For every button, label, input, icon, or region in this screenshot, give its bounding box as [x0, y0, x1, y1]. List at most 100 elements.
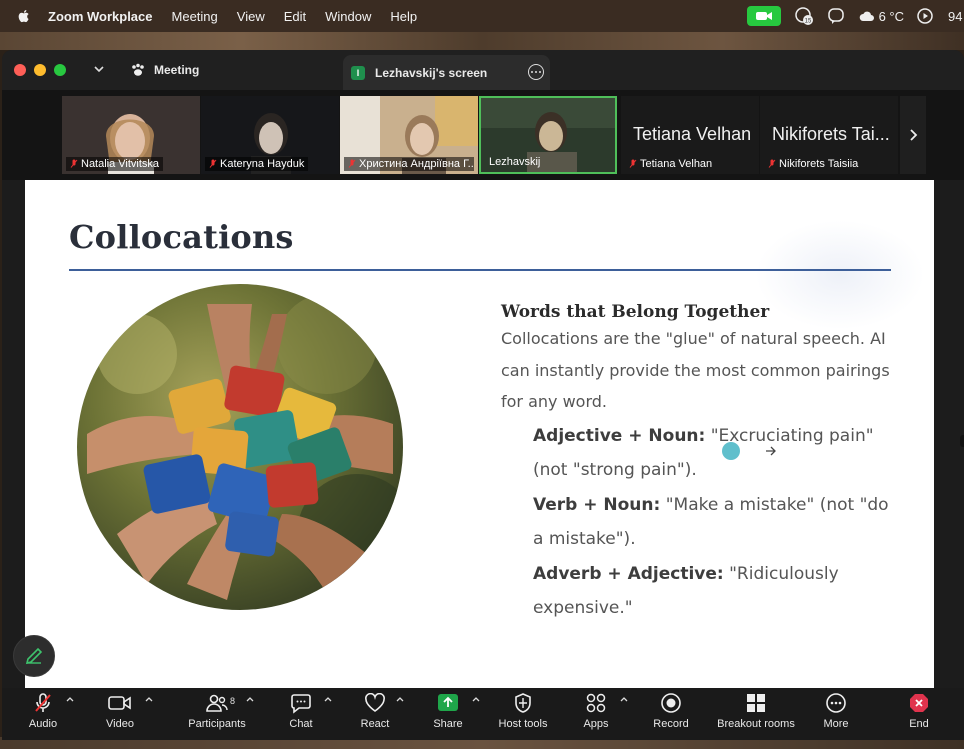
heart-icon: [365, 693, 385, 712]
participant-tile-active-speaker[interactable]: Lezhavskij: [479, 96, 617, 174]
apple-icon[interactable]: [16, 8, 32, 24]
share-label: Share: [433, 718, 463, 730]
menu-edit[interactable]: Edit: [284, 9, 306, 24]
video-label: Video: [106, 718, 134, 730]
breakout-label: Breakout rooms: [717, 718, 795, 730]
participant-name-tag: Христина Андріївна Г...: [344, 157, 474, 171]
tab-screen-label: Lezhavskij's screen: [375, 66, 488, 80]
participants-options-chevron-icon[interactable]: [246, 696, 254, 702]
tab-meeting-label: Meeting: [154, 63, 200, 77]
close-window-button[interactable]: [14, 64, 26, 76]
mac-menubar: Zoom Workplace Meeting View Edit Window …: [0, 0, 964, 32]
minimize-window-button[interactable]: [34, 64, 46, 76]
play-circle-icon[interactable]: [916, 7, 934, 25]
end-call-icon: [910, 694, 928, 712]
camera-icon: [108, 696, 131, 710]
zoom-window: Meeting l Lezhavskij's screen Natalia Vi…: [2, 50, 964, 740]
participants-count: 8: [230, 696, 236, 706]
participant-display-name: Nikiforets Tai...: [772, 124, 890, 144]
mic-muted-icon: [209, 159, 217, 168]
mic-muted-icon: [629, 159, 637, 168]
react-options-chevron-icon[interactable]: [396, 696, 404, 702]
menu-view[interactable]: View: [237, 9, 265, 24]
participant-strip: Natalia Vitvitska Kateryna Hayduk Христи…: [2, 90, 964, 180]
annotate-button[interactable]: [13, 635, 55, 677]
weather-widget[interactable]: 6 °C: [859, 9, 904, 24]
bullet-verb-noun: Verb + Noun: "Make a mistake" (not "do a…: [533, 488, 903, 556]
more-button[interactable]: More: [818, 692, 854, 736]
audio-options-chevron-icon[interactable]: [66, 696, 74, 702]
share-options-chevron-icon[interactable]: [472, 696, 480, 702]
mic-muted-icon: [70, 159, 78, 168]
participants-button[interactable]: Participants: [185, 692, 249, 736]
screen-owner-badge: l: [351, 66, 365, 80]
apps-button[interactable]: Apps: [578, 692, 614, 736]
share-button[interactable]: Share: [430, 692, 466, 736]
zoom-video-status-icon[interactable]: [746, 6, 781, 26]
participants-label: Participants: [188, 718, 246, 730]
menu-help[interactable]: Help: [390, 9, 417, 24]
viber-icon[interactable]: [827, 7, 845, 25]
bullet-label: Verb + Noun:: [533, 495, 661, 515]
video-options-chevron-icon[interactable]: [145, 696, 153, 702]
bullet-adjective-noun: Adjective + Noun: "Excruciating pain" (n…: [533, 419, 903, 487]
tab-shared-screen[interactable]: l Lezhavskij's screen: [343, 55, 550, 91]
record-button[interactable]: Record: [652, 692, 690, 736]
host-tools-label: Host tools: [498, 718, 548, 730]
meeting-toolbar: Audio Video Participants 8 Chat React Sh…: [2, 688, 964, 740]
bullet-label: Adverb + Adjective:: [533, 564, 724, 584]
shield-icon: [515, 693, 531, 713]
react-button[interactable]: React: [357, 692, 393, 736]
remote-pointer-indicator: [722, 442, 740, 460]
slide-subtitle: Words that Belong Together: [501, 302, 770, 322]
presentation-slide: Collocations Words that Belong Together …: [25, 180, 934, 688]
chevron-right-icon: [910, 129, 918, 141]
participant-name-tag: Lezhavskij: [489, 156, 541, 168]
video-button[interactable]: Video: [102, 692, 138, 736]
notification-badge-icon[interactable]: 15: [794, 7, 813, 25]
decorative-glow: [755, 220, 925, 330]
apps-options-chevron-icon[interactable]: [620, 696, 628, 702]
share-screen-icon: [438, 694, 458, 711]
fullscreen-window-button[interactable]: [54, 64, 66, 76]
shared-screen-area: Collocations Words that Belong Together …: [2, 180, 964, 688]
apps-grid-icon: [586, 693, 606, 713]
react-label: React: [360, 718, 390, 730]
participant-name-tag: Nikiforets Taisiia: [764, 157, 862, 171]
chevron-down-icon[interactable]: [92, 62, 106, 76]
menu-app-name[interactable]: Zoom Workplace: [48, 9, 153, 24]
chat-button[interactable]: Chat: [284, 692, 318, 736]
mic-muted-icon: [348, 159, 356, 168]
participant-tile[interactable]: Natalia Vitvitska: [62, 96, 200, 174]
people-icon: [206, 694, 228, 712]
participant-tile-no-video[interactable]: Nikiforets Tai... Nikiforets Taisiia: [760, 96, 898, 174]
participant-name-tag: Kateryna Hayduk: [205, 157, 309, 171]
audio-button[interactable]: Audio: [24, 692, 62, 736]
tab-meeting[interactable]: Meeting: [130, 58, 199, 82]
breakout-rooms-button[interactable]: Breakout rooms: [714, 692, 798, 736]
battery-percent: 94: [948, 8, 963, 24]
end-meeting-button[interactable]: End: [902, 692, 936, 736]
participant-tile[interactable]: Kateryna Hayduk: [201, 96, 339, 174]
arrow-right-icon: [766, 446, 776, 456]
next-participants-button[interactable]: [900, 96, 926, 174]
badge-count: 15: [804, 19, 811, 25]
slide-paragraph: Collocations are the "glue" of natural s…: [501, 329, 890, 411]
participant-tile-no-video[interactable]: Tetiana Velhan Tetiana Velhan: [621, 96, 759, 174]
participant-name-tag: Tetiana Velhan: [625, 157, 716, 171]
chat-label: Chat: [289, 718, 313, 730]
desktop-wallpaper: [0, 32, 964, 50]
cloud-icon: [859, 11, 874, 21]
participant-display-name: Tetiana Velhan: [633, 124, 752, 144]
end-label: End: [909, 718, 929, 730]
pencil-icon: [25, 647, 43, 665]
side-panel-handle[interactable]: [960, 435, 964, 447]
menu-meeting[interactable]: Meeting: [172, 9, 218, 24]
host-tools-button[interactable]: Host tools: [494, 692, 552, 736]
chat-options-chevron-icon[interactable]: [324, 696, 332, 702]
apps-label: Apps: [583, 718, 609, 730]
participant-tile[interactable]: Христина Андріївна Г...: [340, 96, 478, 174]
menu-window[interactable]: Window: [325, 9, 371, 24]
puzzle-hands-image: [77, 284, 403, 610]
more-options-icon[interactable]: [528, 64, 544, 80]
